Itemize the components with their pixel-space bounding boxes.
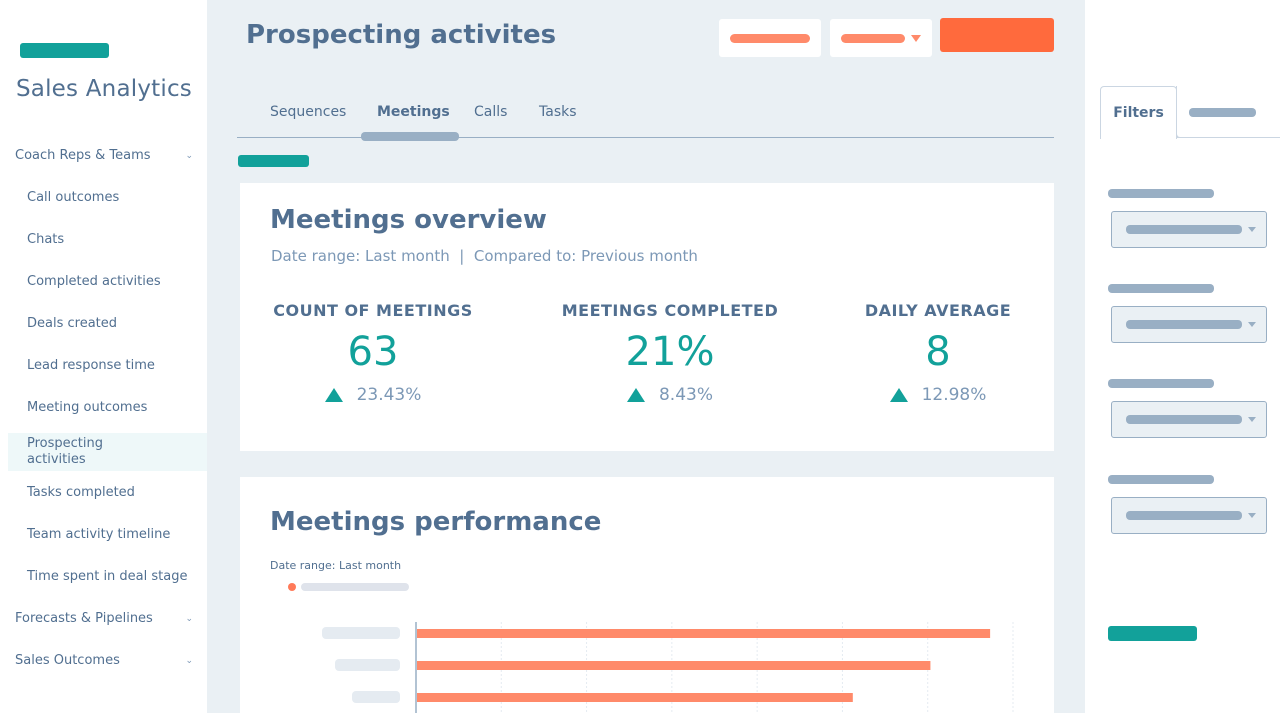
tab-bar: Sequences Meetings Calls Tasks: [237, 95, 1054, 141]
kpi-label: MEETINGS COMPLETED: [561, 301, 779, 320]
chevron-down-icon: ⌄: [185, 655, 193, 666]
kpi-label: DAILY AVERAGE: [864, 301, 1012, 320]
chart-bar: [417, 629, 991, 638]
sidebar-group-coach-reps[interactable]: Coach Reps & Teams ⌄: [15, 148, 195, 163]
chevron-down-icon: ⌄: [185, 150, 193, 161]
filter-label-placeholder: [1108, 379, 1214, 388]
active-tab-indicator: [361, 132, 459, 141]
header-dropdown-button[interactable]: [830, 19, 932, 57]
kpi-value: 21%: [625, 329, 715, 375]
kpi-delta: 8.43%: [558, 385, 782, 405]
caret-down-icon: [911, 34, 921, 42]
tab-tasks[interactable]: Tasks: [539, 104, 577, 120]
chart-category-label-placeholder: [335, 659, 400, 671]
tab-sequences[interactable]: Sequences: [270, 104, 346, 120]
sidebar-item-call-outcomes[interactable]: Call outcomes: [27, 190, 119, 205]
filter-select-3[interactable]: [1111, 401, 1267, 438]
card-title: Meetings overview: [270, 205, 547, 235]
sidebar-group-forecasts[interactable]: Forecasts & Pipelines ⌄: [15, 611, 195, 626]
filter-select-2[interactable]: [1111, 306, 1267, 343]
trend-up-icon: [324, 388, 343, 402]
filter-label-placeholder: [1108, 284, 1214, 293]
kpi-delta: 12.98%: [863, 385, 1013, 405]
select-value-placeholder: [1126, 225, 1242, 234]
sidebar-item-lead-response-time[interactable]: Lead response time: [27, 358, 155, 373]
apply-filters-button[interactable]: [1108, 626, 1197, 641]
chevron-down-icon: ⌄: [185, 613, 193, 624]
meetings-performance-card: Meetings performance Date range: Last mo…: [240, 477, 1054, 713]
sidebar-group-label: Sales Outcomes: [15, 653, 120, 668]
chart-bar: [417, 693, 853, 702]
sidebar-item-team-activity-timeline[interactable]: Team activity timeline: [27, 527, 170, 542]
kpi-daily-average: DAILY AVERAGE 8 12.98%: [863, 301, 1013, 405]
sidebar-item-meeting-outcomes[interactable]: Meeting outcomes: [27, 400, 147, 415]
chart-category-label-placeholder: [322, 627, 400, 639]
button-label-placeholder: [841, 33, 905, 43]
kpi-delta-value: 12.98%: [921, 385, 987, 405]
trend-up-icon: [626, 388, 645, 402]
kpi-value: 63: [347, 329, 399, 375]
sidebar-group-sales-outcomes[interactable]: Sales Outcomes ⌄: [15, 653, 195, 668]
meetings-overview-card: Meetings overview Date range: Last month…: [240, 183, 1054, 451]
tab-border: [1176, 137, 1280, 138]
sidebar-item-chats[interactable]: Chats: [27, 232, 64, 247]
sidebar-group-label: Forecasts & Pipelines: [15, 611, 153, 626]
date-range-text: Date range: Last month | Compared to: Pr…: [271, 247, 698, 265]
caret-down-icon: [1248, 227, 1256, 232]
filters-panel: Filters: [1085, 0, 1280, 713]
trend-up-icon: [889, 388, 908, 402]
main-content: Prospecting activites Sequences Meetings…: [207, 0, 1085, 713]
filter-label-placeholder: [1108, 475, 1214, 484]
button-label-placeholder: [730, 33, 810, 43]
tab-border: [1176, 86, 1184, 138]
logo-placeholder: [20, 43, 109, 58]
sidebar-item-completed-activities[interactable]: Completed activities: [27, 274, 161, 289]
sidebar-item-label: Prospecting activities: [27, 436, 103, 467]
page-title: Prospecting activites: [246, 20, 557, 50]
kpi-count-of-meetings: COUNT OF MEETINGS 63 23.43%: [270, 301, 476, 405]
filter-select-4[interactable]: [1111, 497, 1267, 534]
filter-select-1[interactable]: [1111, 211, 1267, 248]
chart-category-label-placeholder: [352, 691, 400, 703]
kpi-delta: 23.43%: [270, 385, 476, 405]
section-label-placeholder: [238, 155, 309, 167]
bar-chart: [322, 622, 1014, 713]
sidebar-item-deals-created[interactable]: Deals created: [27, 316, 117, 331]
sidebar-item-prospecting-activities[interactable]: Prospecting activities: [8, 433, 207, 471]
tab-meetings[interactable]: Meetings: [377, 104, 450, 120]
kpi-value: 8: [925, 329, 951, 375]
sidebar-title: Sales Analytics: [16, 76, 192, 102]
chart-bar: [417, 661, 931, 670]
sidebar-item-tasks-completed[interactable]: Tasks completed: [27, 485, 135, 500]
sidebar: Sales Analytics Coach Reps & Teams ⌄ Cal…: [0, 0, 207, 713]
caret-down-icon: [1248, 322, 1256, 327]
caret-down-icon: [1248, 417, 1256, 422]
select-value-placeholder: [1126, 415, 1242, 424]
primary-action-button[interactable]: [940, 18, 1054, 52]
kpi-label: COUNT OF MEETINGS: [273, 301, 473, 320]
kpi-meetings-completed: MEETINGS COMPLETED 21% 8.43%: [558, 301, 782, 405]
kpi-delta-value: 8.43%: [658, 385, 713, 405]
header-action-button[interactable]: [719, 19, 821, 57]
tab-filters[interactable]: Filters: [1100, 86, 1177, 139]
sidebar-group-label: Coach Reps & Teams: [15, 148, 151, 163]
caret-down-icon: [1248, 513, 1256, 518]
filter-label-placeholder: [1108, 189, 1214, 198]
select-value-placeholder: [1126, 511, 1242, 520]
select-value-placeholder: [1126, 320, 1242, 329]
kpi-delta-value: 23.43%: [356, 385, 422, 405]
tab-calls[interactable]: Calls: [474, 104, 507, 120]
sidebar-item-time-in-deal-stage[interactable]: Time spent in deal stage: [27, 569, 187, 584]
tab-secondary-placeholder[interactable]: [1189, 108, 1256, 117]
